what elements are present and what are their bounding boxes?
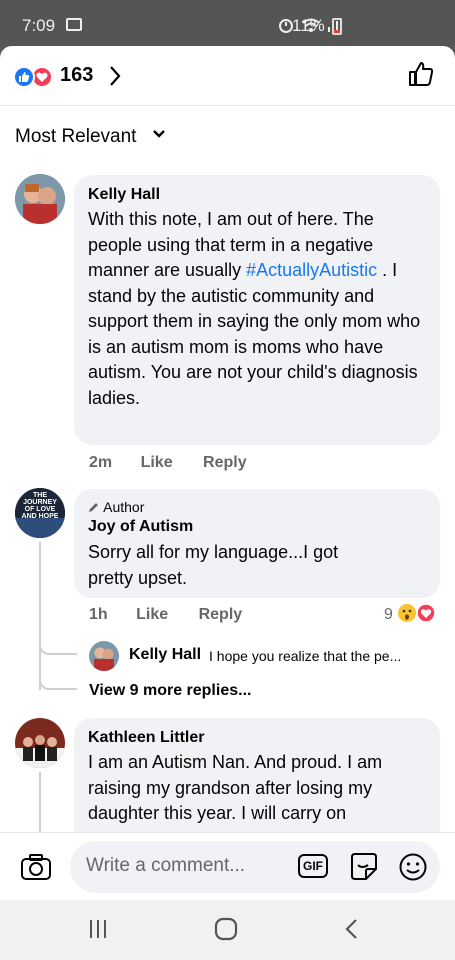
home-icon[interactable] [214, 917, 238, 941]
love-reaction-icon [416, 603, 436, 623]
wow-reaction-icon [398, 604, 417, 622]
reply-preview[interactable]: Kelly Hall I hope you realize that the p… [89, 641, 439, 671]
comment-text: I am an Autism Nan. And proud. I am rais… [88, 752, 383, 823]
reply-connector [39, 641, 77, 655]
system-nav-bar [0, 900, 455, 960]
comment-author[interactable]: Kathleen Littler [88, 729, 204, 747]
gif-button[interactable]: GIF [298, 854, 328, 878]
comment-author[interactable]: Kelly Hall [88, 186, 160, 204]
comment-time: 2m [89, 454, 113, 471]
pencil-icon [89, 503, 98, 512]
comment-bubble[interactable]: Kelly Hall With this note, I am out of h… [74, 175, 440, 445]
like-link[interactable]: Like [141, 454, 173, 471]
comment-text: With this note, I am out of here. The pe… [88, 207, 428, 411]
comment-bubble[interactable]: Author Joy of Autism Sorry all for my la… [74, 489, 440, 598]
reactions-header[interactable]: 163 [0, 46, 455, 106]
avatar[interactable]: THE JOURNEY OF LOVE AND HOPE [15, 488, 65, 538]
sort-dropdown[interactable]: Most Relevant [15, 126, 136, 148]
avatar [89, 641, 119, 671]
recent-apps-icon[interactable] [88, 919, 108, 939]
status-time: 7:09 [22, 16, 56, 35]
reply-link[interactable]: Reply [203, 454, 247, 471]
notification-icon [66, 18, 82, 31]
hashtag-link[interactable]: #ActuallyAutistic [246, 260, 377, 280]
comment-composer: Write a comment... GIF [0, 832, 455, 900]
reply-connector [39, 670, 77, 690]
comment-reactions[interactable]: 9 [384, 603, 436, 624]
comment-time: 1h [89, 606, 108, 623]
author-badge-label: Author [103, 499, 145, 515]
battery-percent: 11% [292, 16, 325, 35]
avatar[interactable] [15, 174, 65, 224]
battery-icon [332, 18, 342, 35]
comment-placeholder: Write a comment... [86, 855, 246, 876]
reply-link[interactable]: Reply [199, 606, 243, 623]
comment-text: Sorry all for my language...I got pretty… [88, 542, 339, 588]
comment-actions: 1h Like Reply [89, 606, 262, 624]
like-reaction-icon [13, 66, 35, 88]
camera-icon[interactable] [20, 853, 52, 881]
comment-actions: 2m Like Reply [89, 454, 267, 472]
comment-input[interactable]: Write a comment... GIF [70, 841, 440, 893]
reaction-count: 9 [384, 606, 393, 623]
emoji-icon[interactable] [398, 852, 428, 882]
status-bar: 7:09 11% [0, 0, 455, 46]
avatar[interactable] [15, 718, 65, 768]
comment-author[interactable]: Joy of Autism [88, 518, 193, 536]
thread-line [39, 542, 41, 690]
avatar-text: THE JOURNEY OF LOVE AND HOPE [21, 492, 59, 520]
reply-author: Kelly Hall [129, 646, 202, 663]
like-button-icon[interactable] [407, 60, 435, 88]
author-badge: Author [88, 499, 144, 515]
like-link[interactable]: Like [136, 606, 168, 623]
reply-text: I hope you realize that the pe... [209, 648, 402, 664]
comment-text-part: . I stand by the autistic community and … [88, 260, 421, 408]
back-icon[interactable] [344, 918, 360, 940]
sticker-icon[interactable] [348, 851, 380, 883]
chevron-right-icon [110, 66, 121, 86]
chevron-down-icon[interactable] [152, 129, 166, 139]
view-more-replies[interactable]: View 9 more replies... [89, 682, 251, 700]
comments-sheet: 163 Most Relevant Kelly Hall With this n… [0, 46, 455, 900]
reaction-count: 163 [60, 64, 94, 86]
